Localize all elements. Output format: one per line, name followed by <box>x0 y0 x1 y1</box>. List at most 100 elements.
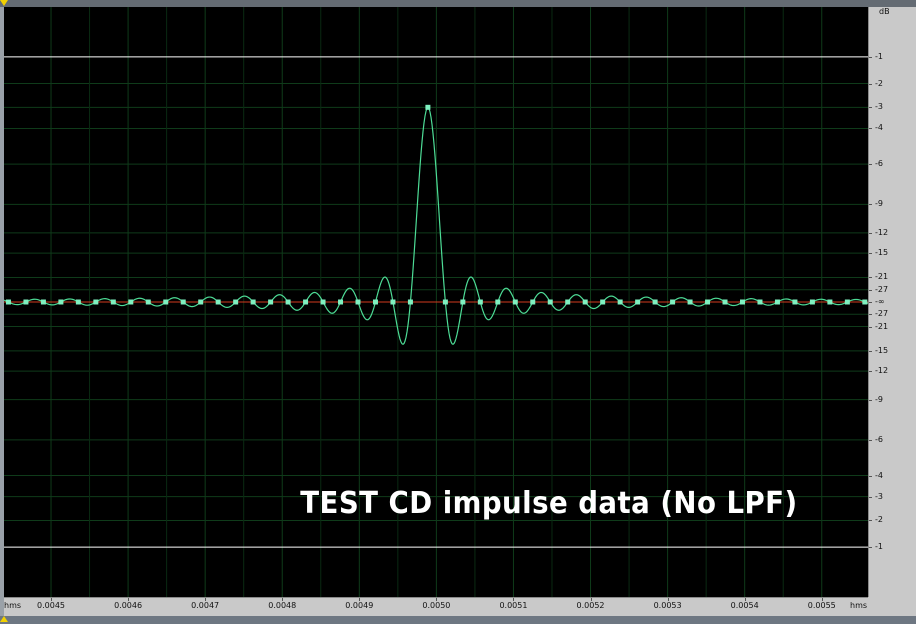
y-tick-label: -15 <box>875 248 889 258</box>
sample-point <box>320 299 326 305</box>
waveform-plot-area[interactable]: TEST CD impulse data (No LPF) <box>4 7 868 597</box>
sample-point <box>792 299 798 305</box>
sample-point <box>670 299 676 305</box>
sample-point <box>827 299 833 305</box>
y-tick <box>869 439 872 441</box>
y-tick-label: -3 <box>875 102 883 112</box>
sample-point <box>338 299 344 305</box>
sample-point <box>372 299 378 305</box>
x-tick-label: 0.0053 <box>653 601 682 610</box>
x-tick-label: 0.0046 <box>114 601 143 610</box>
sample-point <box>215 299 221 305</box>
sample-point <box>180 299 186 305</box>
sample-point <box>442 299 448 305</box>
y-tick <box>869 314 872 316</box>
y-tick-label: -12 <box>875 366 889 376</box>
sample-point <box>303 299 309 305</box>
y-tick <box>869 164 872 166</box>
x-tick-label: 0.0052 <box>576 601 605 610</box>
y-tick <box>869 326 872 328</box>
sample-point <box>652 299 658 305</box>
x-unit-label-left: hms <box>4 601 22 610</box>
y-tick-label: -9 <box>875 394 883 404</box>
x-tick-label: 0.0049 <box>345 601 374 610</box>
y-tick <box>869 350 872 352</box>
x-tick-label: 0.0050 <box>422 601 451 610</box>
sample-point <box>198 299 204 305</box>
x-tick-label: 0.0051 <box>499 601 528 610</box>
overlay-title: TEST CD impulse data (No LPF) <box>300 486 798 521</box>
sample-point <box>687 299 693 305</box>
sample-point <box>145 299 151 305</box>
sample-point <box>250 299 256 305</box>
sample-point <box>477 299 483 305</box>
sample-point <box>600 299 606 305</box>
y-tick-label: -12 <box>875 227 889 237</box>
sample-point <box>774 299 780 305</box>
y-tick <box>869 253 872 255</box>
sample-point <box>110 299 116 305</box>
y-tick <box>869 475 872 477</box>
sample-point <box>565 299 571 305</box>
window-bottom-frame <box>0 616 916 624</box>
y-tick-label: -21 <box>875 321 889 331</box>
sample-point <box>809 299 815 305</box>
y-tick <box>869 399 872 401</box>
sample-point <box>58 299 64 305</box>
y-tick <box>869 520 872 522</box>
waveform-editor-window: TEST CD impulse data (No LPF) dB -1 -2 -3 -4… <box>0 0 916 624</box>
window-top-frame <box>0 0 916 7</box>
x-tick-label: 0.0055 <box>807 601 836 610</box>
playhead-top-marker-icon[interactable] <box>0 0 8 6</box>
sample-point <box>705 299 711 305</box>
y-tick <box>869 289 872 291</box>
sample-point <box>268 299 274 305</box>
sample-point <box>355 299 361 305</box>
sample-point <box>163 299 169 305</box>
y-tick-label: -9 <box>875 199 883 209</box>
x-tick-label: 0.0054 <box>730 601 759 610</box>
time-ruler[interactable]: hms 0.0045 0.0046 0.0047 0.0048 0.0049 0.0050 0… <box>4 597 868 616</box>
sample-point <box>23 299 29 305</box>
y-unit-label: dB <box>879 7 890 16</box>
sample-point <box>722 299 728 305</box>
y-tick-label: -6 <box>875 434 883 444</box>
x-tick-label: 0.0048 <box>268 601 297 610</box>
playhead-bottom-marker-icon[interactable] <box>0 616 8 622</box>
sample-point <box>93 299 99 305</box>
y-tick-label: -4 <box>875 123 883 133</box>
sample-point <box>128 299 134 305</box>
y-tick <box>869 56 872 58</box>
sample-point <box>635 299 641 305</box>
y-tick <box>869 277 872 279</box>
x-tick-label: 0.0047 <box>191 601 220 610</box>
y-tick-label: -6 <box>875 159 883 169</box>
y-tick-label: -15 <box>875 345 889 355</box>
y-tick-label: -27 <box>875 284 889 294</box>
y-tick-label: -27 <box>875 309 889 319</box>
sample-point <box>495 299 501 305</box>
sample-point <box>75 299 81 305</box>
sample-point <box>547 299 553 305</box>
amplitude-ruler[interactable]: dB -1 -2 -3 -4 -6 -9 -12 -15 -21 -27 -∞ -27 -21 -15 -12… <box>868 7 916 597</box>
y-center-label: -∞ <box>875 297 885 306</box>
sample-point <box>844 299 850 305</box>
y-tick <box>869 204 872 206</box>
sample-point <box>862 299 868 305</box>
x-tick-label: 0.0045 <box>37 601 65 610</box>
sample-point <box>460 299 466 305</box>
y-tick-label: -21 <box>875 272 889 282</box>
sample-point <box>530 299 536 305</box>
sample-point <box>5 299 11 305</box>
y-tick-label: -4 <box>875 470 883 480</box>
sample-point <box>512 299 518 305</box>
y-tick-label: -1 <box>875 542 883 552</box>
y-tick-label: -3 <box>875 491 883 501</box>
y-tick <box>869 496 872 498</box>
y-tick-label: -2 <box>875 515 883 525</box>
sample-point <box>582 299 588 305</box>
y-tick-label: -1 <box>875 51 883 61</box>
sample-point <box>739 299 745 305</box>
y-tick <box>869 371 872 373</box>
sample-point <box>617 299 623 305</box>
